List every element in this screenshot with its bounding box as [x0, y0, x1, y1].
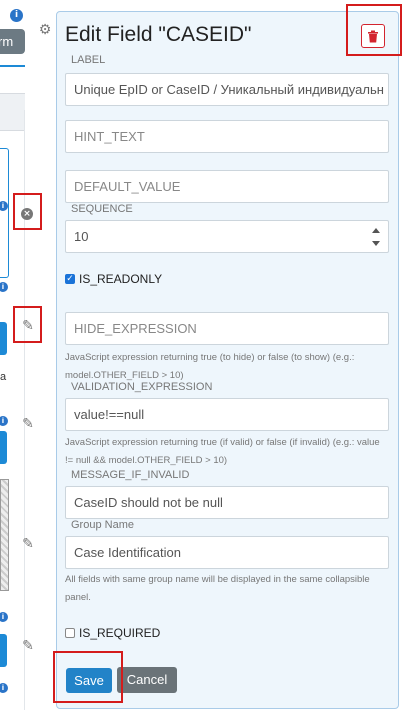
hide-expression-help: JavaScript expression returning true (to…	[65, 352, 355, 381]
info-icon[interactable]: i	[0, 416, 8, 426]
spinner-icon[interactable]	[372, 228, 380, 246]
background-text-fragment: а	[0, 371, 7, 383]
background-blue-card[interactable]	[0, 634, 7, 667]
background-divider	[24, 110, 25, 710]
save-button[interactable]: Save	[66, 668, 112, 693]
is-required-checkbox[interactable]: IS_REQUIRED	[65, 626, 160, 640]
validation-expression-input[interactable]: value!==null	[65, 398, 389, 431]
default-value-input[interactable]: DEFAULT_VALUE	[65, 170, 389, 203]
sequence-caption: SEQUENCE	[71, 203, 133, 215]
info-icon[interactable]: i	[10, 9, 23, 22]
validation-expression-help: JavaScript expression returning true (if…	[65, 437, 380, 466]
hint-text-input[interactable]: HINT_TEXT	[65, 120, 389, 153]
is-required-label: IS_REQUIRED	[79, 626, 161, 640]
info-icon[interactable]: i	[0, 282, 8, 292]
label-caption: LABEL	[71, 54, 106, 66]
label-input[interactable]: Unique EpID or CaseID / Уникальный индив…	[65, 73, 389, 106]
group-name-input[interactable]: Case Identification	[65, 536, 389, 569]
edit-icon[interactable]: ✎	[21, 639, 35, 653]
edit-field-panel: Edit Field "CASEID" LABEL Unique EpID or…	[56, 11, 399, 709]
sequence-value: 10	[74, 229, 89, 244]
edit-icon[interactable]: ✎	[21, 417, 35, 431]
checkbox-checked-icon: ✓	[65, 274, 75, 284]
background-blue-card[interactable]	[0, 322, 7, 355]
group-name-help: All fields with same group name will be …	[65, 574, 370, 603]
background-tab-underline	[0, 65, 25, 67]
group-name-caption: Group Name	[71, 519, 134, 531]
cancel-button[interactable]: Cancel	[117, 667, 177, 693]
background-field-card[interactable]	[0, 148, 9, 278]
hide-expression-input[interactable]: HIDE_EXPRESSION	[65, 312, 389, 345]
delete-button[interactable]	[361, 24, 385, 48]
gear-icon[interactable]: ⚙	[38, 23, 52, 37]
background-header-row	[0, 93, 25, 131]
edit-icon[interactable]: ✎	[21, 537, 35, 551]
is-readonly-label: IS_READONLY	[79, 272, 163, 286]
is-readonly-checkbox[interactable]: ✓ IS_READONLY	[65, 272, 162, 286]
background-form-button[interactable]: rm	[0, 29, 25, 54]
message-if-invalid-caption: MESSAGE_IF_INVALID	[71, 469, 190, 481]
trash-icon	[368, 30, 378, 42]
info-icon[interactable]: i	[0, 612, 8, 622]
background-hatched-card	[0, 479, 9, 591]
message-if-invalid-input[interactable]: CaseID should not be null	[65, 486, 389, 519]
background-blue-card[interactable]	[0, 431, 7, 464]
sequence-input[interactable]: 10	[65, 220, 389, 253]
panel-title: Edit Field "CASEID"	[65, 23, 252, 46]
validation-expression-caption: VALIDATION_EXPRESSION	[71, 381, 213, 393]
info-icon[interactable]: i	[0, 683, 8, 693]
edit-icon[interactable]: ✎	[21, 319, 35, 333]
checkbox-unchecked-icon	[65, 628, 75, 638]
remove-circle-icon[interactable]: ×	[21, 208, 33, 220]
